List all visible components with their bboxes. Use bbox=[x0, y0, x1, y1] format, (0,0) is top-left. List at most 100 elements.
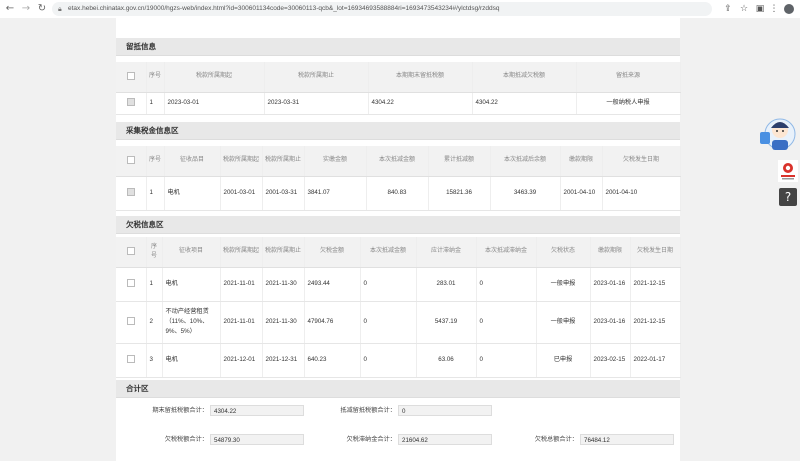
row-checkbox-cell[interactable] bbox=[116, 92, 147, 115]
table-cell: 一般申报 bbox=[536, 301, 591, 344]
table-cell: 0 bbox=[476, 343, 537, 378]
forward-icon[interactable]: → bbox=[20, 3, 32, 15]
table-cell: 电机 bbox=[164, 176, 221, 211]
table-cell: 2021-12-31 bbox=[262, 343, 305, 378]
column-header: 税款所属期止 bbox=[262, 237, 305, 268]
address-url[interactable]: etax.hebei.chinatax.gov.cn/19000/hgzs-we… bbox=[68, 2, 500, 16]
column-header: 缴款期限 bbox=[590, 237, 631, 268]
avatar-icon[interactable] bbox=[784, 4, 794, 14]
table-cell: 2021-12-15 bbox=[630, 301, 681, 344]
section-pledge-header: 留抵信息 bbox=[116, 38, 680, 56]
lock-icon: 🔒︎ bbox=[58, 5, 62, 13]
help-icon[interactable]: ? bbox=[779, 188, 797, 206]
checkbox[interactable] bbox=[126, 188, 135, 197]
checkbox[interactable] bbox=[126, 355, 135, 364]
table-cell: 2001-03-31 bbox=[262, 176, 305, 211]
table-cell: 3841.07 bbox=[304, 176, 367, 211]
pledge-total-label: 期末留抵税额合计： bbox=[152, 407, 208, 414]
collected-table-header: 序号 征收品目 税款所属期起 税款所属期止 实缴金额 本次抵减金额 累计抵减额 … bbox=[116, 146, 681, 177]
table-cell: 5437.19 bbox=[416, 301, 477, 344]
pledge-total-field[interactable]: 4304.22 bbox=[210, 405, 304, 416]
table-row[interactable]: 1 2023-03-01 2023-03-31 4304.22 4304.22 … bbox=[116, 92, 681, 115]
table-cell: 640.23 bbox=[304, 343, 361, 378]
offset-total-field[interactable]: 0 bbox=[398, 405, 492, 416]
table-cell: 283.01 bbox=[416, 267, 477, 302]
late-fee-total-label: 欠税滞纳金合计： bbox=[346, 436, 397, 443]
reload-icon[interactable]: ↻ bbox=[36, 3, 48, 15]
table-cell: 2022-01-17 bbox=[630, 343, 681, 378]
table-row[interactable]: 1 电机 2021-11-01 2021-11-30 2493.44 0 283… bbox=[116, 267, 681, 302]
table-cell: 2023-03-01 bbox=[164, 92, 265, 115]
select-all-cell[interactable] bbox=[116, 237, 147, 268]
column-header: 本次抵减金额 bbox=[366, 146, 429, 177]
table-cell: 0 bbox=[476, 267, 537, 302]
owed-table-header: 序号 征收项目 税款所属期起 税款所属期止 欠税金额 本次抵减金额 应计滞纳金 … bbox=[116, 237, 681, 268]
column-header: 序号 bbox=[146, 62, 165, 93]
row-checkbox-cell[interactable] bbox=[116, 343, 147, 378]
profile-menu-icon[interactable]: ⋮ bbox=[768, 3, 780, 15]
section-owed-header: 欠税信息区 bbox=[116, 216, 680, 234]
table-row[interactable]: 1 电机 2001-03-01 2001-03-31 3841.07 840.8… bbox=[116, 176, 681, 211]
checkbox[interactable] bbox=[126, 246, 135, 255]
table-cell: 2493.44 bbox=[304, 267, 361, 302]
table-row[interactable]: 3 电机 2021-12-01 2021-12-31 640.23 0 63.0… bbox=[116, 343, 681, 378]
table-cell: 0 bbox=[360, 267, 417, 302]
column-header: 序号 bbox=[146, 146, 165, 177]
column-header: 税款所属期起 bbox=[220, 237, 263, 268]
column-header: 欠税状态 bbox=[536, 237, 591, 268]
column-header: 实缴金额 bbox=[304, 146, 367, 177]
tax-logo-icon[interactable] bbox=[778, 160, 798, 182]
share-icon[interactable]: ⇪ bbox=[722, 3, 734, 15]
star-icon[interactable]: ☆ bbox=[738, 3, 750, 15]
column-header: 本期期末留抵税额 bbox=[368, 62, 473, 93]
row-checkbox-cell[interactable] bbox=[116, 176, 147, 211]
section-owed-title: 欠税信息区 bbox=[126, 220, 164, 229]
table-cell: 2023-01-16 bbox=[590, 267, 631, 302]
checkbox[interactable] bbox=[126, 71, 135, 80]
row-checkbox-cell[interactable] bbox=[116, 267, 147, 302]
column-header: 税款所属期止 bbox=[264, 62, 369, 93]
sidepanel-icon[interactable]: ▣ bbox=[754, 3, 766, 15]
column-header: 本期抵减欠税额 bbox=[472, 62, 577, 93]
collected-table: 序号 征收品目 税款所属期起 税款所属期止 实缴金额 本次抵减金额 累计抵减额 … bbox=[116, 146, 681, 211]
table-cell: 2021-11-01 bbox=[220, 301, 263, 344]
column-header: 累计抵减额 bbox=[428, 146, 491, 177]
pledge-table: 序号 税款所属期起 税款所属期止 本期期末留抵税额 本期抵减欠税额 留抵来源 1… bbox=[116, 62, 681, 115]
row-checkbox-cell[interactable] bbox=[116, 301, 147, 344]
table-cell: 4304.22 bbox=[368, 92, 473, 115]
pledge-table-header: 序号 税款所属期起 税款所属期止 本期期末留抵税额 本期抵减欠税额 留抵来源 bbox=[116, 62, 681, 93]
owed-table: 序号 征收项目 税款所属期起 税款所属期止 欠税金额 本次抵减金额 应计滞纳金 … bbox=[116, 237, 681, 378]
table-cell: 15821.36 bbox=[428, 176, 491, 211]
section-total-header: 合计区 bbox=[116, 380, 680, 398]
table-cell: 4304.22 bbox=[472, 92, 577, 115]
help-glyph: ? bbox=[784, 190, 792, 204]
table-cell: 2 bbox=[146, 301, 163, 344]
checkbox[interactable] bbox=[126, 279, 135, 288]
column-header: 本次抵减后余额 bbox=[490, 146, 561, 177]
table-cell: 0 bbox=[360, 301, 417, 344]
select-all-cell[interactable] bbox=[116, 62, 147, 93]
all-total-field[interactable]: 76484.12 bbox=[580, 434, 674, 445]
column-header: 留抵来源 bbox=[576, 62, 681, 93]
back-icon[interactable]: ← bbox=[4, 3, 16, 15]
table-cell: 2021-12-01 bbox=[220, 343, 263, 378]
assistant-mascot-icon[interactable] bbox=[758, 112, 798, 158]
table-cell: 2001-04-10 bbox=[560, 176, 603, 211]
section-collected-header: 采集税金信息区 bbox=[116, 122, 680, 140]
table-cell: 2001-04-10 bbox=[602, 176, 681, 211]
table-cell: 2001-03-01 bbox=[220, 176, 263, 211]
owed-total-field[interactable]: 54879.30 bbox=[210, 434, 304, 445]
checkbox[interactable] bbox=[126, 98, 135, 107]
offset-total-label: 抵减留抵税额合计： bbox=[340, 407, 396, 414]
checkbox[interactable] bbox=[126, 155, 135, 164]
column-header: 税款所属期止 bbox=[262, 146, 305, 177]
table-cell: 不动产经营租赁（11%、10%、9%、5%） bbox=[162, 301, 221, 344]
checkbox[interactable] bbox=[126, 317, 135, 326]
late-fee-total-field[interactable]: 21604.62 bbox=[398, 434, 492, 445]
address-bar[interactable]: 🔒︎ etax.hebei.chinatax.gov.cn/19000/hgzs… bbox=[52, 2, 712, 16]
select-all-cell[interactable] bbox=[116, 146, 147, 177]
table-cell: 电机 bbox=[162, 267, 221, 302]
table-cell: 已申报 bbox=[536, 343, 591, 378]
table-row[interactable]: 2 不动产经营租赁（11%、10%、9%、5%） 2021-11-01 2021… bbox=[116, 301, 681, 344]
column-header: 应计滞纳金 bbox=[416, 237, 477, 268]
